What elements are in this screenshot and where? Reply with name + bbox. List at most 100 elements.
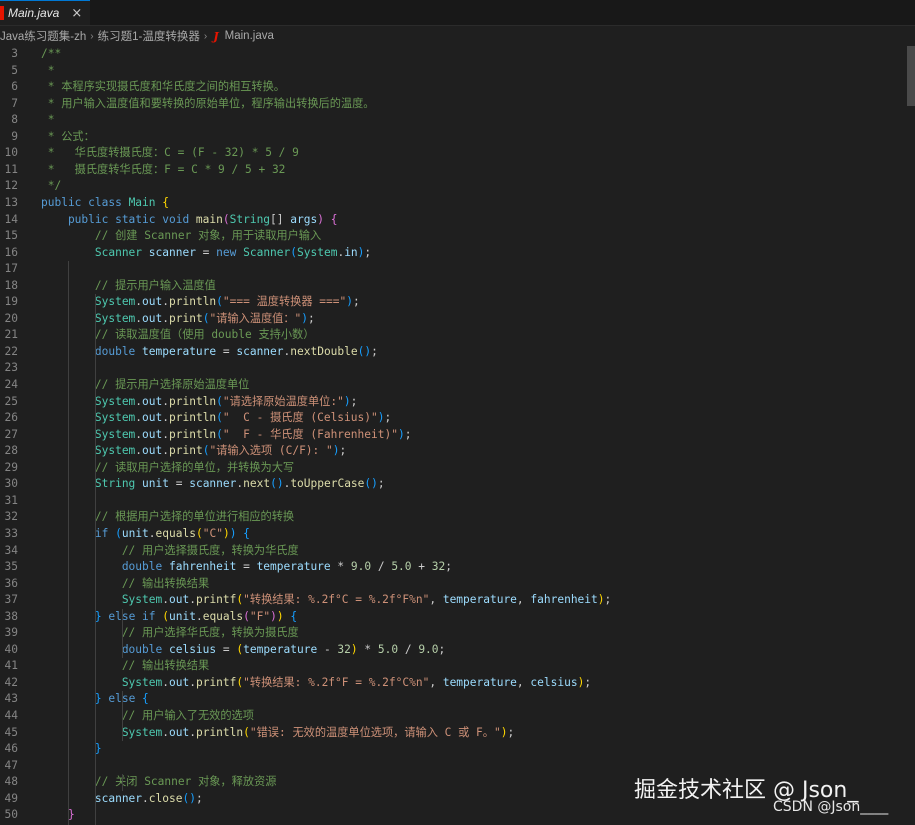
code-token: )	[270, 609, 277, 623]
code-token: *	[41, 113, 55, 127]
code-line[interactable]: 3 /**	[0, 46, 905, 63]
code-line[interactable]: 24 // 提示用户选择原始温度单位	[0, 377, 905, 394]
code-line[interactable]: 39 // 用户选择华氏度，转换为摄氏度	[0, 625, 905, 642]
code-token: }	[41, 609, 109, 623]
breadcrumb-item-file[interactable]: Main.java	[225, 30, 274, 42]
breadcrumb-item-subfolder[interactable]: 练习题1-温度转换器	[98, 28, 200, 44]
code-line[interactable]: 5 *	[0, 63, 905, 80]
line-number: 11	[4, 162, 18, 176]
code-line[interactable]: 23	[0, 360, 905, 377]
code-token: out	[169, 593, 190, 607]
vertical-scrollbar[interactable]	[907, 46, 915, 106]
line-number: 10	[4, 146, 18, 160]
code-token: // 用户输入了无效的选项	[41, 709, 254, 722]
code-line[interactable]: 20 System.out.print("请输入温度值：");	[0, 311, 905, 328]
code-line[interactable]: 35 double fahrenheit = temperature * 9.0…	[0, 559, 905, 576]
code-text: * 华氏度转摄氏度：C = (F - 32) * 5 / 9	[41, 145, 299, 162]
code-token: 9.0	[418, 642, 439, 656]
code-text: /**	[41, 46, 61, 63]
code-line[interactable]: 18 // 提示用户输入温度值	[0, 278, 905, 295]
code-token: * 用户输入温度值和要转换的原始单位，程序输出转换后的温度。	[41, 96, 375, 110]
code-token: Main	[128, 195, 163, 209]
line-number: 30	[4, 477, 18, 491]
code-token: System	[41, 394, 136, 408]
code-token: next	[243, 477, 271, 491]
code-token: "请输入选项 (C/F): "	[209, 444, 333, 458]
code-line[interactable]: 29 // 读取用户选择的单位，并转换为大写	[0, 460, 905, 477]
code-line[interactable]: 43 } else {	[0, 691, 905, 708]
line-number: 25	[4, 394, 18, 408]
code-line[interactable]: 6 * 本程序实现摄氏度和华氏度之间的相互转换。	[0, 79, 905, 96]
code-token: (	[216, 295, 223, 309]
code-line[interactable]: 9 * 公式：	[0, 129, 905, 146]
code-line[interactable]: 19 System.out.println("=== 温度转换器 ===");	[0, 294, 905, 311]
code-token: }	[41, 742, 102, 756]
code-token: // 读取用户选择的单位，并转换为大写	[41, 460, 295, 474]
code-line[interactable]: 13 public class Main {	[0, 195, 905, 212]
line-number: 20	[4, 311, 18, 325]
code-line[interactable]: 22 double temperature = scanner.nextDoub…	[0, 344, 905, 361]
code-token: println	[169, 427, 217, 441]
code-line[interactable]: 38 } else if (unit.equals("F")) {	[0, 609, 905, 626]
code-token: // 创建 Scanner 对象，用于读取用户输入	[41, 229, 322, 243]
code-line[interactable]: 21 // 读取温度值（使用 double 支持小数）	[0, 327, 905, 344]
code-line[interactable]: 28 System.out.print("请输入选项 (C/F): ");	[0, 443, 905, 460]
code-text: */	[41, 178, 61, 195]
code-line[interactable]: 25 System.out.println("请选择原始温度单位:");	[0, 394, 905, 411]
code-line[interactable]: 42 System.out.printf("转换结果: %.2f°F = %.2…	[0, 675, 905, 692]
close-icon[interactable]: ×	[71, 6, 82, 21]
tab-main-java[interactable]: Main.java ×	[0, 0, 90, 25]
code-line[interactable]: 8 *	[0, 112, 905, 129]
line-number: 26	[4, 411, 18, 425]
code-token: print	[169, 444, 203, 458]
code-line[interactable]: 31	[0, 493, 905, 510]
code-line[interactable]: 33 if (unit.equals("C")) {	[0, 526, 905, 543]
breadcrumb-item-folder[interactable]: Java练习题集-zh	[0, 28, 86, 44]
code-line[interactable]: 45 System.out.println("错误: 无效的温度单位选项，请输入…	[0, 725, 905, 742]
line-number: 6	[11, 80, 18, 94]
code-line[interactable]: 46 }	[0, 741, 905, 758]
code-token: )	[301, 311, 308, 325]
code-line[interactable]: 16 Scanner scanner = new Scanner(System.…	[0, 245, 905, 262]
code-line[interactable]: 14 public static void main(String[] args…	[0, 212, 905, 229]
code-token: toUpperCase	[290, 477, 365, 491]
code-line[interactable]: 32 // 根据用户选择的单位进行相应的转换	[0, 509, 905, 526]
code-token: *	[364, 642, 378, 656]
code-token: out	[142, 411, 163, 425]
code-line[interactable]: 27 System.out.println(" F - 华氏度 (Fahrenh…	[0, 427, 905, 444]
code-token: ,	[429, 593, 443, 607]
code-line[interactable]: 26 System.out.println(" C - 摄氏度 (Celsius…	[0, 410, 905, 427]
code-token: ;	[364, 245, 372, 259]
code-line[interactable]: 41 // 输出转换结果	[0, 658, 905, 675]
code-token: )	[343, 394, 351, 408]
code-line[interactable]: 36 // 输出转换结果	[0, 576, 905, 593]
code-text: // 用户选择摄氏度，转换为华氏度	[41, 543, 299, 560]
code-token: println	[169, 295, 217, 309]
code-token: out	[169, 675, 190, 689]
code-line[interactable]: 30 String unit = scanner.next().toUpperC…	[0, 476, 905, 493]
code-token: {	[290, 609, 298, 623]
code-line[interactable]: 50 }	[0, 807, 905, 824]
code-editor[interactable]: 3 /** 5 * 6 * 本程序实现摄氏度和华氏度之间的相互转换。 7 * 用户输入温…	[0, 46, 910, 825]
code-line[interactable]: 37 System.out.printf("转换结果: %.2f°C = %.2…	[0, 592, 905, 609]
line-number: 3	[11, 47, 18, 60]
code-line[interactable]: 15 // 创建 Scanner 对象，用于读取用户输入	[0, 228, 905, 245]
code-token: System	[297, 245, 338, 259]
code-line[interactable]: 17	[0, 261, 905, 278]
code-token: "F"	[249, 609, 271, 623]
code-text: System.out.println("错误: 无效的温度单位选项，请输入 C …	[41, 725, 514, 742]
code-line[interactable]: 11 * 摄氏度转华氏度：F = C * 9 / 5 + 32	[0, 162, 905, 179]
code-line[interactable]: 12 */	[0, 178, 905, 195]
code-line[interactable]: 40 double celsius = (temperature - 32) *…	[0, 642, 905, 659]
code-line[interactable]: 7 * 用户输入温度值和要转换的原始单位，程序输出转换后的温度。	[0, 96, 905, 113]
code-line[interactable]: 34 // 用户选择摄氏度，转换为华氏度	[0, 543, 905, 560]
code-line[interactable]: 10 * 华氏度转摄氏度：C = (F - 32) * 5 / 9	[0, 145, 905, 162]
code-token: in	[344, 245, 358, 259]
code-text: // 用户输入了无效的选项	[41, 708, 254, 725]
code-text: System.out.printf("转换结果: %.2f°C = %.2f°F…	[41, 592, 611, 609]
code-text: * 摄氏度转华氏度：F = C * 9 / 5 + 32	[41, 162, 286, 179]
code-line[interactable]: 44 // 用户输入了无效的选项	[0, 708, 905, 725]
line-number: 23	[4, 361, 18, 375]
line-number: 49	[4, 791, 18, 805]
code-token: ()	[182, 791, 196, 805]
